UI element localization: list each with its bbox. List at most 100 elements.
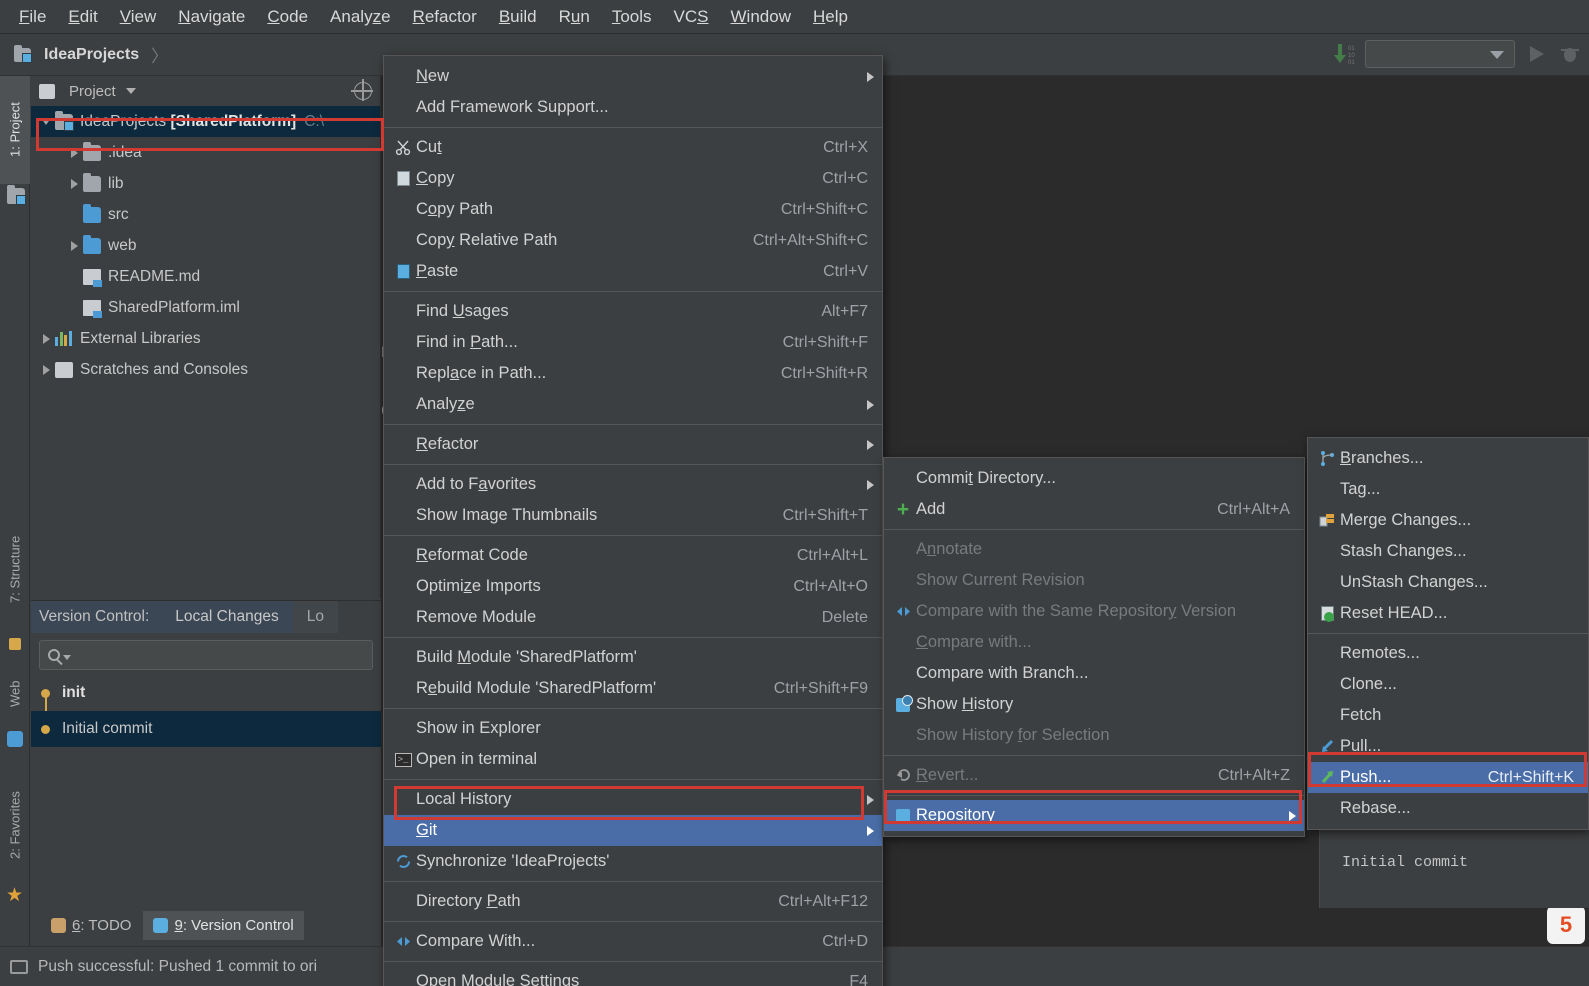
context-menu-item-new[interactable]: New <box>384 61 882 92</box>
commit-row[interactable]: init <box>31 675 381 729</box>
repository-menu-item-remotes[interactable]: Remotes... <box>1308 638 1588 669</box>
repository-menu-item-rebase[interactable]: Rebase... <box>1308 793 1588 824</box>
menu-navigate[interactable]: Navigate <box>167 4 256 30</box>
context-menu-item-open-module-settings[interactable]: Open Module Settings F4 <box>384 966 882 986</box>
run-button[interactable] <box>1523 41 1549 67</box>
git-submenu[interactable]: Commit Directory... + Add Ctrl+Alt+A Annotat… <box>883 457 1305 837</box>
project-tree[interactable]: IdeaProjects [SharedPlatform] C:\ .idea lib… <box>31 106 380 385</box>
context-menu-item-add-framework-support[interactable]: Add Framework Support... <box>384 92 882 123</box>
context-menu-item-find-in-path[interactable]: Find in Path... Ctrl+Shift+F <box>384 327 882 358</box>
menu-run[interactable]: Run <box>548 4 601 30</box>
debug-button[interactable] <box>1557 41 1583 67</box>
tree-node[interactable]: README.md <box>31 261 380 292</box>
tree-node[interactable]: src <box>31 199 380 230</box>
git-menu-item-compare-with-branch[interactable]: Compare with Branch... <box>884 658 1304 689</box>
project-stripe-icon <box>7 185 26 205</box>
context-menu-item-find-usages[interactable]: Find Usages Alt+F7 <box>384 296 882 327</box>
context-menu-item-git[interactable]: Git <box>384 815 882 846</box>
context-menu-item-refactor[interactable]: Refactor <box>384 429 882 460</box>
repository-menu-item-reset-head[interactable]: Reset HEAD... <box>1308 598 1588 629</box>
tree-node[interactable]: .idea <box>31 137 380 168</box>
context-menu-item-remove-module[interactable]: Remove Module Delete <box>384 602 882 633</box>
module-folder-icon <box>14 44 32 63</box>
update-project-icon[interactable]: 01 10 01 <box>1331 41 1357 67</box>
repository-menu-item-branches[interactable]: Branches... <box>1308 443 1588 474</box>
context-menu-item-show-image-thumbnails[interactable]: Show Image Thumbnails Ctrl+Shift+T <box>384 500 882 531</box>
tab-log[interactable]: Lo <box>292 601 338 633</box>
context-menu-item-compare-with[interactable]: Compare With... Ctrl+D <box>384 926 882 957</box>
sidebar-item-project[interactable]: 1: Project <box>0 76 30 184</box>
context-menu-item-directory-path[interactable]: Directory Path Ctrl+Alt+F12 <box>384 886 882 917</box>
context-menu-item-add-to-favorites[interactable]: Add to Favorites <box>384 469 882 500</box>
menu-edit[interactable]: Edit <box>57 4 108 30</box>
context-menu-item-rebuild-module-sharedplatform[interactable]: Rebuild Module 'SharedPlatform' Ctrl+Shif… <box>384 673 882 704</box>
menu-item-shortcut: Ctrl+Shift+C <box>780 200 868 218</box>
project-context-menu[interactable]: New Add Framework Support... Cut Ctrl+X Copy… <box>383 55 883 986</box>
twisty-collapse-icon[interactable] <box>37 364 55 375</box>
repository-menu-item-unstash-changes[interactable]: UnStash Changes... <box>1308 567 1588 598</box>
context-menu-item-copy-relative-path[interactable]: Copy Relative Path Ctrl+Alt+Shift+C <box>384 225 882 256</box>
scissors-icon <box>390 139 416 156</box>
context-menu-item-show-in-explorer[interactable]: Show in Explorer <box>384 713 882 744</box>
context-menu-item-cut[interactable]: Cut Ctrl+X <box>384 132 882 163</box>
tree-node[interactable]: Scratches and Consoles <box>31 354 380 385</box>
commit-row[interactable]: Initial commit <box>31 711 381 747</box>
breadcrumb[interactable]: IdeaProjects 〉 <box>14 42 168 67</box>
repository-submenu[interactable]: Branches... Tag... Merge Changes... Stash C… <box>1307 437 1589 830</box>
context-menu-item-build-module-sharedplatform[interactable]: Build Module 'SharedPlatform' <box>384 642 882 673</box>
context-menu-item-synchronize-ideaprojects[interactable]: Synchronize 'IdeaProjects' <box>384 846 882 877</box>
menu-vcs[interactable]: VCS <box>663 4 720 30</box>
git-menu-item-repository[interactable]: Repository <box>884 800 1304 831</box>
tree-node[interactable]: SharedPlatform.iml <box>31 292 380 323</box>
tree-node[interactable]: IdeaProjects [SharedPlatform] C:\ <box>31 106 380 137</box>
sidebar-item-web[interactable]: Web <box>0 661 30 727</box>
tree-node[interactable]: lib <box>31 168 380 199</box>
context-menu-item-optimize-imports[interactable]: Optimize Imports Ctrl+Alt+O <box>384 571 882 602</box>
bottom-tab-version-control[interactable]: 9: Version Control <box>143 910 304 940</box>
repository-menu-item-stash-changes[interactable]: Stash Changes... <box>1308 536 1588 567</box>
run-configuration-select[interactable] <box>1365 40 1515 68</box>
repository-menu-item-pull[interactable]: Pull... <box>1308 731 1588 762</box>
menu-view[interactable]: View <box>109 4 168 30</box>
repository-menu-item-clone[interactable]: Clone... <box>1308 669 1588 700</box>
tree-node[interactable]: External Libraries <box>31 323 380 354</box>
repository-menu-item-fetch[interactable]: Fetch <box>1308 700 1588 731</box>
menu-tools[interactable]: Tools <box>601 4 663 30</box>
twisty-collapse-icon[interactable] <box>65 178 83 189</box>
tree-node[interactable]: web <box>31 230 380 261</box>
git-menu-item-show-history[interactable]: Show History <box>884 689 1304 720</box>
menu-code[interactable]: Code <box>256 4 319 30</box>
bottom-tab-todo[interactable]: 6: TODO <box>41 911 141 940</box>
repository-menu-item-push[interactable]: Push... Ctrl+Shift+K <box>1308 762 1588 793</box>
context-menu-item-copy[interactable]: Copy Ctrl+C <box>384 163 882 194</box>
menu-refactor[interactable]: Refactor <box>402 4 488 30</box>
repository-menu-item-tag[interactable]: Tag... <box>1308 474 1588 505</box>
git-menu-item-commit-directory[interactable]: Commit Directory... <box>884 463 1304 494</box>
scroll-from-source-icon[interactable] <box>351 79 373 101</box>
menu-build[interactable]: Build <box>488 4 548 30</box>
menu-window[interactable]: Window <box>720 4 802 30</box>
twisty-collapse-icon[interactable] <box>37 333 55 344</box>
menu-help[interactable]: Help <box>802 4 859 30</box>
vcs-search-input[interactable] <box>39 640 373 670</box>
git-menu-item-add[interactable]: + Add Ctrl+Alt+A <box>884 494 1304 525</box>
repository-menu-item-merge-changes[interactable]: Merge Changes... <box>1308 505 1588 536</box>
context-menu-item-paste[interactable]: Paste Ctrl+V <box>384 256 882 287</box>
twisty-collapse-icon[interactable] <box>65 240 83 251</box>
context-menu-item-copy-path[interactable]: Copy Path Ctrl+Shift+C <box>384 194 882 225</box>
tab-local-changes[interactable]: Local Changes <box>161 601 293 633</box>
context-menu-item-replace-in-path[interactable]: Replace in Path... Ctrl+Shift+R <box>384 358 882 389</box>
commit-list[interactable]: init Initial commit <box>31 675 381 747</box>
context-menu-item-reformat-code[interactable]: Reformat Code Ctrl+Alt+L <box>384 540 882 571</box>
chevron-down-icon[interactable] <box>125 88 136 94</box>
sidebar-item-structure[interactable]: 7: Structure <box>0 506 30 632</box>
sidebar-item-favorites[interactable]: 2: Favorites <box>0 766 30 884</box>
twisty-expand-icon[interactable] <box>37 118 55 125</box>
twisty-collapse-icon[interactable] <box>65 147 83 158</box>
menu-item-label: Remove Module <box>416 608 537 626</box>
menu-file[interactable]: File <box>8 4 57 30</box>
menu-analyze[interactable]: Analyze <box>319 4 402 30</box>
context-menu-item-local-history[interactable]: Local History <box>384 784 882 815</box>
context-menu-item-open-in-terminal[interactable]: >_ Open in terminal <box>384 744 882 775</box>
context-menu-item-analyze[interactable]: Analyze <box>384 389 882 420</box>
